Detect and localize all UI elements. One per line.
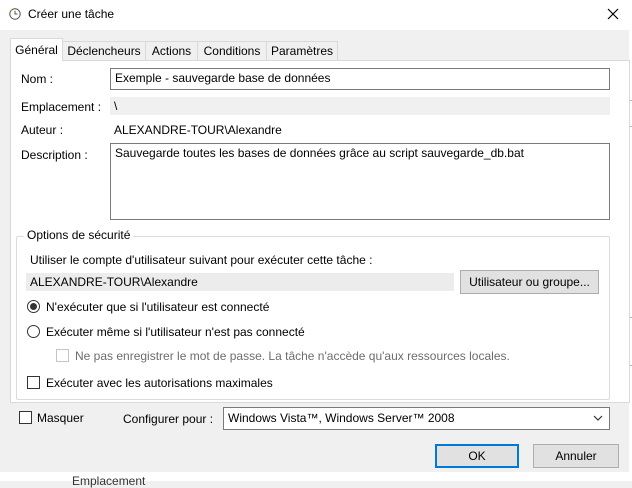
security-options-title: Options de sécurité — [24, 228, 134, 242]
radio-logged-on-label[interactable]: N'exécuter que si l'utilisateur est conn… — [46, 300, 269, 314]
description-field[interactable]: Sauvegarde toutes les bases de données g… — [110, 143, 610, 220]
no-store-password-label: Ne pas enregistrer le mot de passe. La t… — [75, 349, 510, 363]
account-field: ALEXANDRE-TOUR\Alexandre — [26, 273, 454, 291]
configure-value: Windows Vista™, Windows Server™ 2008 — [228, 411, 455, 425]
account-prompt: Utiliser le compte d'utilisateur suivant… — [30, 253, 373, 267]
no-store-password-checkbox — [56, 349, 69, 362]
radio-selected-dot — [30, 303, 37, 310]
radio-any-logon[interactable] — [27, 325, 40, 338]
name-value: Exemple - sauvegarde base de données — [115, 71, 331, 85]
tab-general[interactable]: Général — [10, 38, 63, 61]
tab-triggers[interactable]: Déclencheurs — [62, 41, 146, 61]
hide-label[interactable]: Masquer — [37, 411, 84, 425]
name-field[interactable]: Exemple - sauvegarde base de données — [110, 68, 610, 90]
cancel-button[interactable]: Annuler — [533, 444, 619, 468]
ok-button[interactable]: OK — [435, 444, 519, 468]
account-value: ALEXANDRE-TOUR\Alexandre — [30, 275, 198, 289]
highest-privileges-label[interactable]: Exécuter avec les autorisations maximale… — [46, 376, 273, 390]
hide-checkbox[interactable] — [19, 411, 32, 424]
clock-icon — [9, 8, 21, 20]
user-or-group-button[interactable]: Utilisateur ou groupe... — [460, 270, 599, 294]
radio-logged-on[interactable] — [27, 300, 40, 313]
location-field: \ — [110, 97, 610, 115]
configure-for-select[interactable]: Windows Vista™, Windows Server™ 2008 — [223, 407, 610, 430]
author-label: Auteur : — [21, 123, 64, 137]
close-icon[interactable] — [604, 5, 622, 23]
tab-settings[interactable]: Paramètres — [266, 41, 338, 61]
chevron-down-icon — [593, 415, 603, 421]
background-window-text: Emplacement — [72, 474, 146, 488]
name-label: Nom : — [21, 72, 54, 86]
description-value: Sauvegarde toutes les bases de données g… — [115, 146, 524, 160]
tab-actions[interactable]: Actions — [145, 41, 198, 61]
description-label: Description : — [21, 148, 88, 162]
window-title: Créer une tâche — [28, 7, 115, 21]
location-label: Emplacement : — [21, 100, 102, 114]
tab-conditions[interactable]: Conditions — [197, 41, 267, 61]
highest-privileges-checkbox[interactable] — [27, 376, 40, 389]
configure-label: Configurer pour : — [123, 412, 214, 426]
location-value: \ — [114, 99, 118, 113]
radio-any-logon-label[interactable]: Exécuter même si l'utilisateur n'est pas… — [46, 325, 305, 339]
author-value: ALEXANDRE-TOUR\Alexandre — [114, 123, 282, 137]
